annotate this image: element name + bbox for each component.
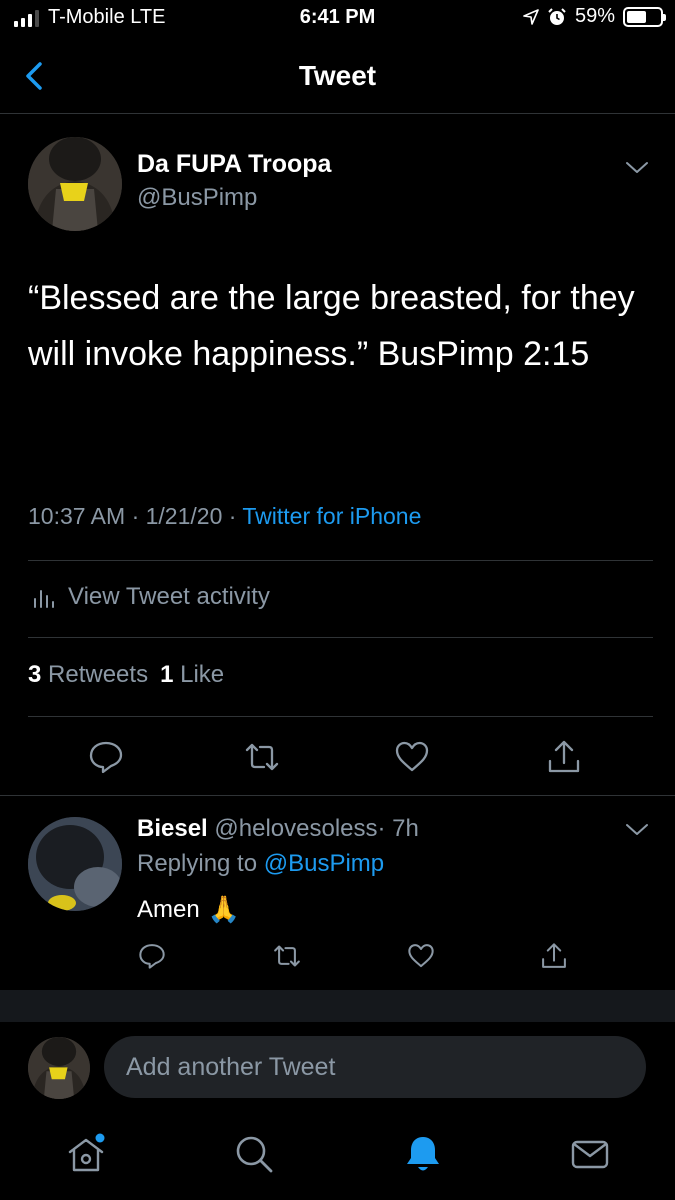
avatar-image: [28, 137, 122, 231]
reply-retweet-button[interactable]: [272, 941, 302, 971]
tweet-source-link[interactable]: Twitter for iPhone: [242, 503, 421, 529]
author-avatar[interactable]: [28, 137, 122, 231]
home-icon: [68, 1133, 105, 1172]
tweet-options-button[interactable]: [624, 160, 650, 176]
tweet-timestamp: 10:37 AM · 1/21/20 ·: [28, 503, 243, 529]
reply-author-avatar[interactable]: [28, 817, 122, 911]
divider: [28, 560, 653, 561]
tab-notifications[interactable]: [401, 1132, 445, 1176]
reply-reply-button[interactable]: [137, 941, 167, 971]
reply-icon: [89, 741, 123, 774]
replying-to-mention[interactable]: @BusPimp: [264, 850, 384, 877]
praying-hands-emoji: 🙏: [207, 894, 241, 924]
divider: [28, 637, 653, 638]
section-spacer: [0, 990, 675, 1022]
view-tweet-activity[interactable]: View Tweet activity: [32, 583, 270, 611]
author-handle[interactable]: @BusPimp: [137, 184, 257, 212]
reply-button[interactable]: [86, 737, 126, 777]
like-count: 1: [160, 661, 174, 688]
reply-author-name[interactable]: Biesel: [137, 815, 208, 842]
reply-author-handle[interactable]: @helovesoless: [214, 815, 377, 842]
activity-label: View Tweet activity: [68, 583, 270, 610]
reply-header: Biesel @helovesoless· 7h: [137, 815, 419, 843]
tab-search[interactable]: [232, 1132, 276, 1176]
tweet-text: “Blessed are the large breasted, for the…: [28, 279, 635, 373]
location-icon: [523, 8, 539, 25]
reply-like-button[interactable]: [406, 941, 436, 971]
reply-age: · 7h: [377, 815, 419, 842]
reply-icon: [139, 944, 165, 969]
reply-options-button[interactable]: [624, 822, 650, 838]
tab-messages[interactable]: [568, 1132, 612, 1176]
tweet-stats: 3 Retweets 1 Like: [28, 661, 224, 689]
like-button[interactable]: [392, 737, 432, 777]
page-title: Tweet: [298, 60, 377, 91]
retweet-label: Retweets: [48, 661, 149, 688]
share-button[interactable]: [544, 737, 584, 777]
retweet-button[interactable]: [242, 737, 282, 777]
navigation-bar: Tweet: [0, 40, 675, 114]
divider: [28, 716, 653, 717]
avatar-image: [28, 1037, 90, 1099]
battery-icon: [623, 6, 666, 27]
my-avatar[interactable]: [28, 1037, 90, 1099]
share-icon: [548, 740, 580, 773]
chevron-down-icon: [626, 824, 648, 835]
likes-stat[interactable]: 1 Like: [160, 661, 224, 688]
add-tweet-input[interactable]: Add another Tweet: [104, 1036, 646, 1098]
replying-prefix: Replying to: [137, 850, 264, 877]
analytics-icon: [34, 590, 54, 608]
share-icon: [542, 943, 566, 968]
messages-icon: [571, 1140, 609, 1169]
battery-percent: 59%: [574, 5, 615, 27]
tweet-detail-screen: T-Mobile LTE 6:41 PM 59% Tweet Da FUPA T…: [0, 0, 675, 1200]
reply-body: Amen: [137, 895, 200, 923]
retweet-icon: [274, 945, 300, 967]
like-label: Like: [180, 661, 225, 688]
tab-home[interactable]: [64, 1132, 108, 1176]
avatar-image: [28, 817, 122, 911]
retweets-stat[interactable]: 3 Retweets: [28, 661, 148, 688]
reply-text: Amen 🙏: [137, 894, 240, 925]
status-bar: T-Mobile LTE 6:41 PM 59%: [0, 0, 675, 36]
search-icon: [236, 1136, 273, 1173]
compose-placeholder: Add another Tweet: [126, 1052, 336, 1081]
battery-level: [627, 10, 646, 23]
author-name[interactable]: Da FUPA Troopa: [137, 150, 331, 179]
retweet-icon: [245, 743, 279, 771]
divider: [0, 795, 675, 796]
notifications-icon: [407, 1137, 439, 1171]
reply-share-button[interactable]: [539, 941, 569, 971]
replying-to: Replying to @BusPimp: [137, 850, 384, 878]
chevron-down-icon: [626, 162, 648, 173]
tab-bar: [0, 1112, 675, 1200]
tweet-meta: 10:37 AM · 1/21/20 · Twitter for iPhone: [28, 503, 421, 530]
alarm-icon: [548, 7, 566, 25]
retweet-count: 3: [28, 661, 42, 688]
like-icon: [395, 741, 429, 772]
like-icon: [408, 944, 434, 968]
status-right: 59%: [523, 5, 666, 28]
